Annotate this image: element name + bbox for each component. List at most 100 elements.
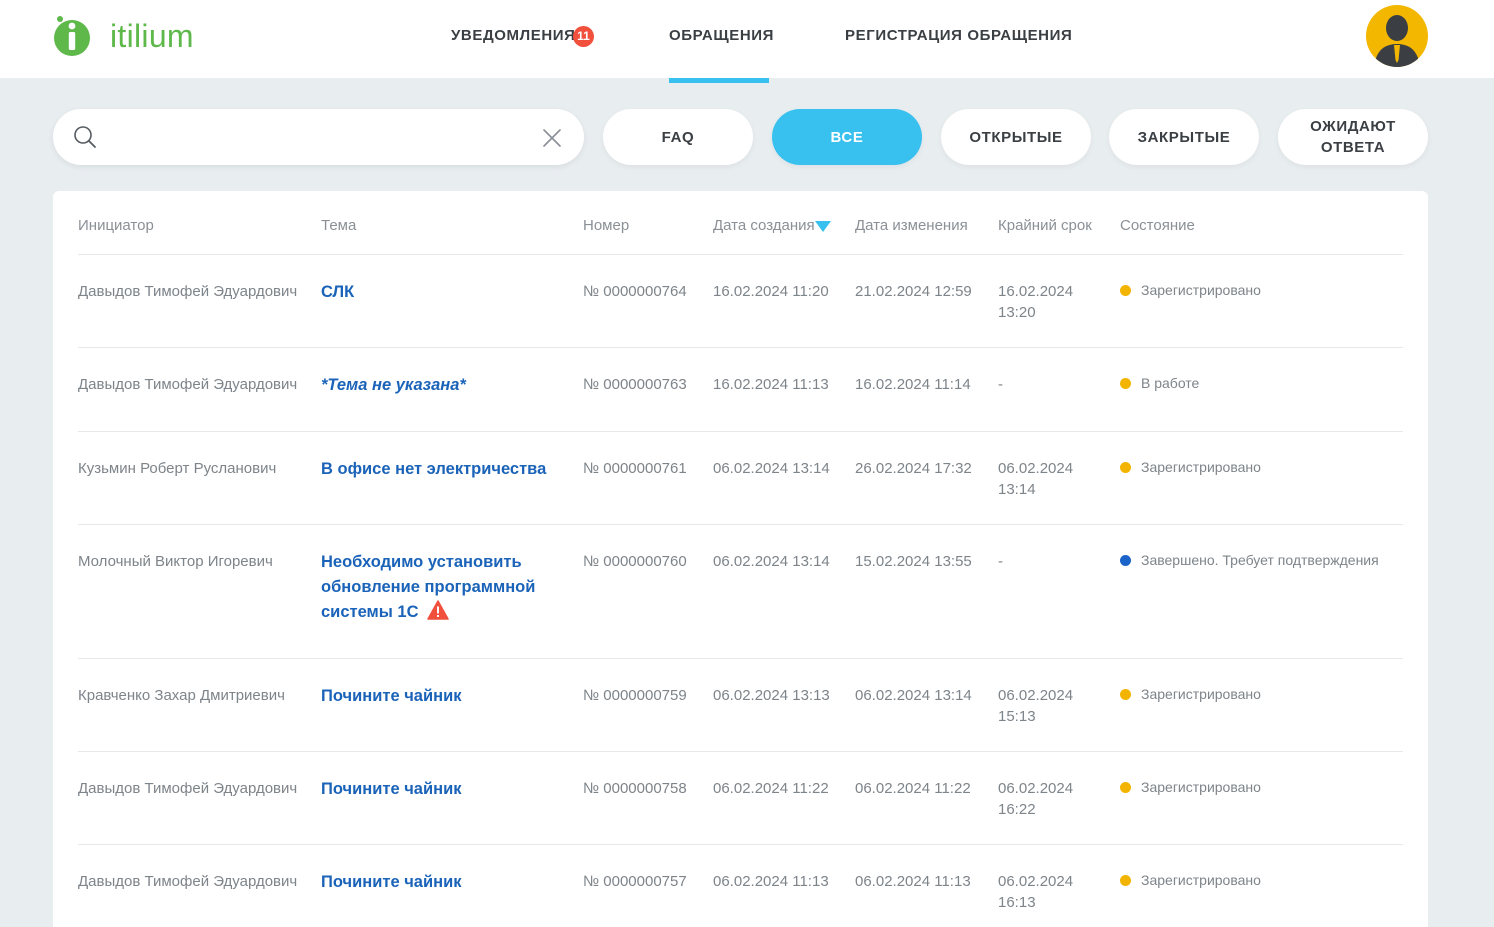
row-created: 06.02.2024 11:13 [713,873,829,890]
row-created: 16.02.2024 11:20 [713,283,829,300]
column-header-number[interactable]: Номер [583,217,629,234]
row-created: 06.02.2024 11:22 [713,780,829,797]
row-deadline: - [998,376,1003,393]
nav-appeals[interactable]: ОБРАЩЕНИЯ [669,0,774,78]
filter-open-button[interactable]: ОТКРЫТЫЕ [941,109,1091,165]
row-divider [78,347,1403,348]
filter-faq-button[interactable]: FAQ [603,109,753,165]
status-dot [1120,285,1131,296]
row-topic-link[interactable]: Почините чайник [321,870,571,894]
status-dot [1120,782,1131,793]
row-created: 06.02.2024 13:14 [713,460,830,477]
row-divider [78,431,1403,432]
status-dot [1120,555,1131,566]
warning-triangle-icon [426,600,449,620]
row-initiator: Кузьмин Роберт Русланович [78,460,277,477]
row-state-text: Зарегистрировано [1141,872,1261,888]
filter-awaiting-line1: ОЖИДАЮТ [1310,118,1396,135]
notifications-count-badge: 11 [573,26,594,47]
row-initiator: Давыдов Тимофей Эдуардович [78,283,298,300]
avatar[interactable] [1366,5,1428,67]
row-divider [78,658,1403,659]
top-bar: itilium УВЕДОМЛЕНИЯ 11 ОБРАЩЕНИЯ РЕГИСТР… [0,0,1494,78]
row-deadline: 06.02.2024 13:14 [998,460,1074,498]
row-topic-link[interactable]: В офисе нет электричества [321,457,581,481]
active-tab-indicator [669,78,769,83]
row-state-text: Зарегистрировано [1141,282,1261,298]
row-number: № 0000000758 [583,780,687,797]
row-state-text: Зарегистрировано [1141,686,1261,702]
row-deadline: 06.02.2024 15:13 [998,687,1074,725]
status-dot [1120,875,1131,886]
row-deadline: - [998,553,1003,570]
row-initiator: Давыдов Тимофей Эдуардович [78,873,298,890]
row-topic-link[interactable]: *Тема не указана* [321,373,571,397]
search-icon [74,126,96,148]
row-created: 06.02.2024 13:14 [713,553,830,570]
row-divider [78,751,1403,752]
filter-awaiting-reply-button[interactable]: ОЖИДАЮТ ОТВЕТА [1278,109,1428,165]
nav-register-appeal[interactable]: РЕГИСТРАЦИЯ ОБРАЩЕНИЯ [845,0,1072,78]
row-changed: 26.02.2024 17:32 [855,460,972,477]
row-topic-link[interactable]: Почините чайник [321,777,571,801]
filter-awaiting-line2: ОТВЕТА [1320,139,1386,156]
row-state: Зарегистрировано [1120,684,1261,705]
brand-name: itilium [110,18,194,54]
row-divider [78,524,1403,525]
row-created: 16.02.2024 11:13 [713,376,829,393]
status-dot [1120,689,1131,700]
column-header-state[interactable]: Состояние [1120,217,1195,234]
column-header-topic[interactable]: Тема [321,217,356,234]
row-deadline: 06.02.2024 16:22 [998,780,1074,818]
row-number: № 0000000761 [583,460,687,477]
filter-all-button[interactable]: ВСЕ [772,109,922,165]
row-state: Зарегистрировано [1120,870,1261,891]
column-header-changed[interactable]: Дата изменения [855,217,968,234]
search-input[interactable] [109,123,529,151]
row-initiator: Давыдов Тимофей Эдуардович [78,780,298,797]
info-i-logo-icon [54,16,90,56]
row-state-text: Зарегистрировано [1141,459,1261,475]
header-divider [78,254,1403,255]
column-header-initiator[interactable]: Инициатор [78,217,154,234]
row-initiator: Давыдов Тимофей Эдуардович [78,376,298,393]
column-header-deadline[interactable]: Крайний срок [998,217,1092,234]
status-dot [1120,378,1131,389]
user-silhouette-icon [1374,15,1420,67]
column-header-created[interactable]: Дата создания [713,217,815,234]
row-number: № 0000000759 [583,687,687,704]
row-changed: 06.02.2024 13:14 [855,687,972,704]
row-state-text: Завершено. Требует подтверждения [1141,552,1379,568]
row-changed: 15.02.2024 13:55 [855,553,972,570]
sort-desc-icon[interactable] [815,221,831,232]
row-state: В работе [1120,373,1199,394]
row-state: Завершено. Требует подтверждения [1120,550,1379,571]
row-state-text: Зарегистрировано [1141,779,1261,795]
row-initiator: Кравченко Захар Дмитриевич [78,687,285,704]
nav-notifications[interactable]: УВЕДОМЛЕНИЯ [451,0,576,78]
row-changed: 16.02.2024 11:14 [855,376,971,393]
row-created: 06.02.2024 13:13 [713,687,830,704]
row-deadline: 16.02.2024 13:20 [998,283,1074,321]
row-number: № 0000000763 [583,376,687,393]
row-topic-cell[interactable]: Необходимо установить обновление програм… [321,550,566,625]
row-state: Зарегистрировано [1120,457,1261,478]
row-initiator: Молочный Виктор Игоревич [78,553,273,570]
status-dot [1120,462,1131,473]
row-changed: 06.02.2024 11:22 [855,780,971,797]
search-box[interactable] [53,109,584,165]
row-changed: 06.02.2024 11:13 [855,873,971,890]
row-topic-link[interactable]: СЛК [321,280,571,304]
clear-search-icon[interactable] [542,128,562,148]
row-number: № 0000000757 [583,873,687,890]
row-changed: 21.02.2024 12:59 [855,283,972,300]
row-state-text: В работе [1141,375,1200,391]
row-state: Зарегистрировано [1120,777,1261,798]
row-state: Зарегистрировано [1120,280,1261,301]
filter-closed-button[interactable]: ЗАКРЫТЫЕ [1109,109,1259,165]
row-deadline: 06.02.2024 16:13 [998,873,1074,911]
logo[interactable]: itilium [52,13,194,59]
row-number: № 0000000760 [583,553,687,570]
row-topic-link[interactable]: Почините чайник [321,684,571,708]
row-divider [78,844,1403,845]
